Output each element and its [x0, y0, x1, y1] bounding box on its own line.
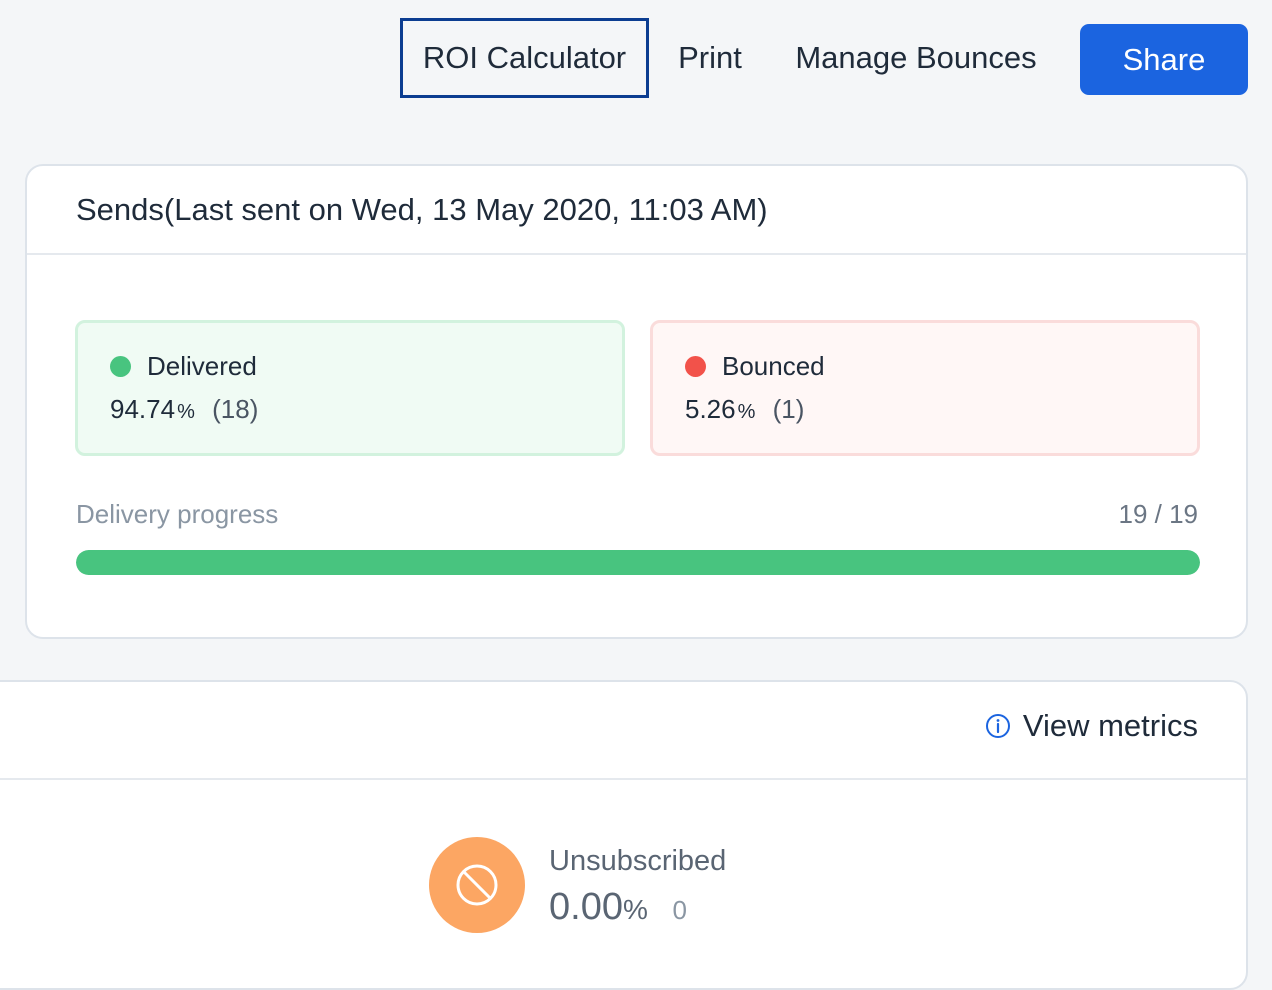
delivery-progress-label: Delivery progress [76, 499, 279, 529]
view-metrics-label: View metrics [1022, 708, 1198, 743]
delivered-stat: Delivered 94.74% (18) [75, 320, 625, 456]
bounced-percent-sign: % [737, 401, 756, 423]
block-icon [456, 864, 498, 906]
roi-calculator-button[interactable]: ROI Calculator [400, 18, 649, 98]
delivered-status-dot-icon [110, 356, 131, 377]
metrics-card-header: View metrics [0, 682, 1246, 780]
sends-card: Sends(Last sent on Wed, 13 May 2020, 11:… [25, 164, 1248, 639]
metrics-card: View metrics Unsubscribed 0.00% 0 [0, 680, 1248, 990]
bounced-status-dot-icon [685, 356, 706, 377]
print-button[interactable]: Print [660, 18, 760, 98]
unsubscribed-label: Unsubscribed [549, 845, 727, 877]
unsubscribed-percent: 0.00 [549, 886, 623, 928]
delivery-progress-bar [76, 550, 1200, 575]
unsubscribed-percent-sign: % [622, 894, 648, 925]
share-button[interactable]: Share [1080, 24, 1248, 95]
info-icon [985, 714, 1010, 738]
top-toolbar: ROI Calculator Print Manage Bounces Shar… [0, 0, 1272, 120]
delivery-progress-count: 19 / 19 [1118, 499, 1198, 529]
sends-card-header: Sends(Last sent on Wed, 13 May 2020, 11:… [27, 166, 1246, 255]
delivered-count: (18) [212, 394, 259, 424]
delivered-percent: 94.74 [110, 394, 176, 424]
sends-title: Sends(Last sent on Wed, 13 May 2020, 11:… [76, 191, 768, 227]
unsubscribed-count: 0 [672, 895, 687, 925]
view-metrics-link[interactable]: View metrics [985, 708, 1198, 744]
unsubscribed-badge [429, 837, 525, 933]
delivery-progress-fill [76, 550, 1200, 575]
delivered-percent-sign: % [177, 401, 195, 423]
bounced-count: (1) [772, 394, 805, 424]
manage-bounces-button[interactable]: Manage Bounces [778, 18, 1054, 98]
delivered-label: Delivered [147, 351, 257, 381]
unsubscribed-value: 0.00% 0 [549, 886, 687, 929]
bounced-stat: Bounced 5.26% (1) [650, 320, 1200, 456]
bounced-percent: 5.26 [685, 394, 736, 424]
bounced-label: Bounced [722, 351, 825, 381]
